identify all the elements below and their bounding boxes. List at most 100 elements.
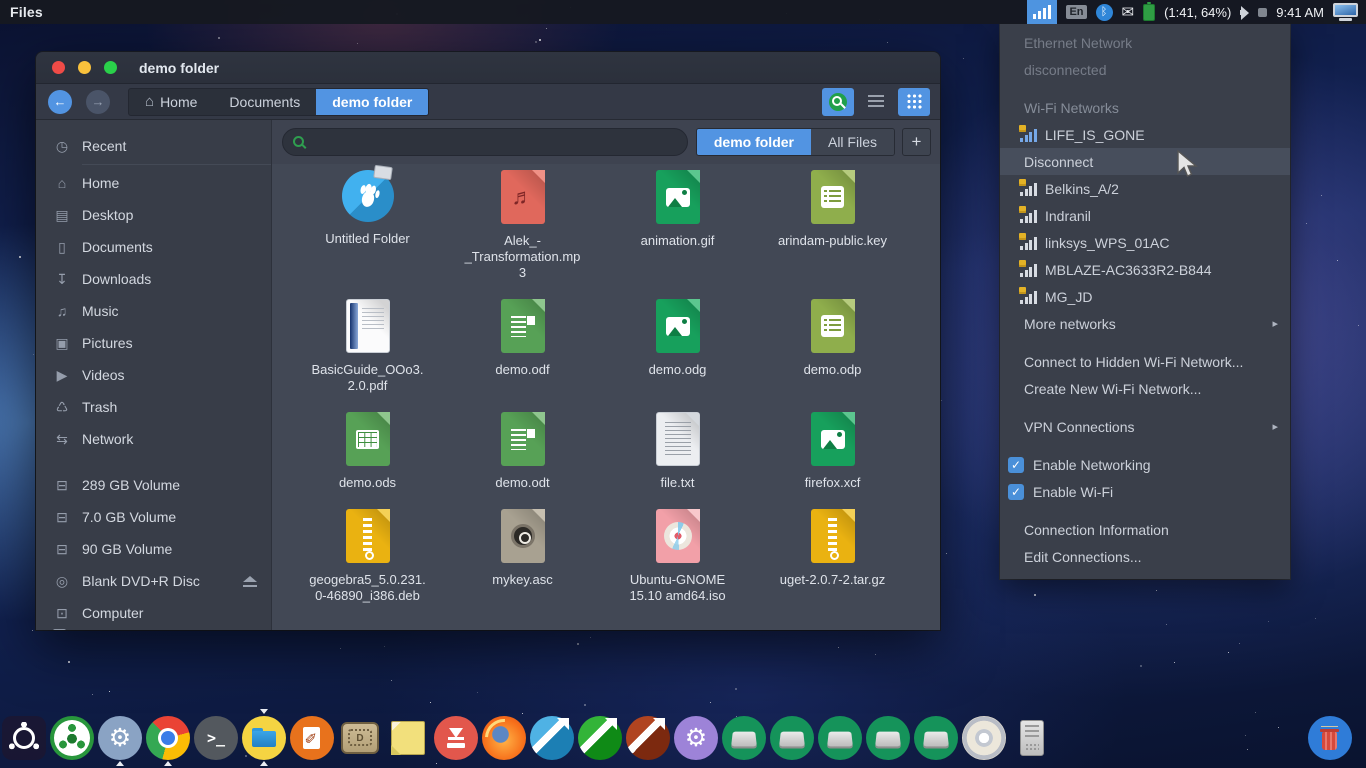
file-item[interactable]: arindam-public.key (755, 170, 910, 249)
sidebar-item-network[interactable]: ⇆Network (36, 423, 271, 455)
menu-item-connect-to-hidden-wi-fi-network[interactable]: Connect to Hidden Wi-Fi Network... (1000, 348, 1290, 375)
dock-item-volume-drive-3[interactable] (818, 716, 862, 760)
menu-item-mblaze-ac3633r2-b844[interactable]: MBLAZE-AC3633R2-B844 (1000, 256, 1290, 283)
breadcrumb-demo-folder[interactable]: demo folder (316, 89, 428, 115)
sidebar-item-recent[interactable]: ◷Recent (36, 130, 271, 162)
eject-icon[interactable] (243, 576, 257, 587)
menu-item-indranil[interactable]: Indranil (1000, 202, 1290, 229)
file-item[interactable]: BasicGuide_OOo3.2.0.pdf (290, 299, 445, 394)
menu-item-mg-jd[interactable]: MG_JD (1000, 283, 1290, 310)
close-button[interactable] (52, 61, 65, 74)
dock-item-green-browser[interactable] (50, 716, 94, 760)
sidebar-item-clipped[interactable] (36, 629, 271, 630)
sidebar-item-289-gb-volume[interactable]: ⊟289 GB Volume (36, 469, 271, 501)
file-item[interactable]: Untitled Folder (290, 170, 445, 247)
dock-item-disk-utility-green[interactable] (578, 716, 622, 760)
sidebar-item-trash[interactable]: ♺Trash (36, 391, 271, 423)
menu-item-life-is-gone[interactable]: LIFE_IS_GONE (1000, 121, 1290, 148)
maximize-button[interactable] (104, 61, 117, 74)
display-icon[interactable] (1333, 3, 1358, 21)
dock-item-optical-disc[interactable] (962, 716, 1006, 760)
sidebar-item-7-0-gb-volume[interactable]: ⊟7.0 GB Volume (36, 501, 271, 533)
file-item[interactable]: demo.odt (445, 412, 600, 491)
file-item[interactable]: uget-2.0.7-2.tar.gz (755, 509, 910, 588)
dock-item-tweak-tool[interactable]: ⚙ (674, 716, 718, 760)
dock-item-archive-drawer[interactable] (338, 716, 382, 760)
sidebar-item-music[interactable]: ♫Music (36, 295, 271, 327)
sidebar-item-desktop[interactable]: ▤Desktop (36, 199, 271, 231)
dock-item-sticky-notes[interactable] (386, 716, 430, 760)
menu-item-enable-wi-fi[interactable]: ✓Enable Wi-Fi (1000, 478, 1290, 505)
menu-item-disconnect[interactable]: Disconnect (1000, 148, 1290, 175)
sidebar-item-computer[interactable]: ⊡Computer (36, 597, 271, 629)
dock-item-volume-drive-2[interactable] (770, 716, 814, 760)
star (577, 643, 579, 645)
file-item[interactable]: ♬Alek_-_Transformation.mp3 (445, 170, 600, 281)
search-input[interactable] (282, 128, 688, 156)
dock-item-volume-drive-1[interactable] (722, 716, 766, 760)
menu-item-belkins-a-2[interactable]: Belkins_A/2 (1000, 175, 1290, 202)
bluetooth-icon[interactable]: ᛒ (1096, 4, 1113, 21)
dock-item-package-installer[interactable] (434, 716, 478, 760)
dock-item-trash-full[interactable] (1308, 716, 1352, 760)
menu-item-enable-networking[interactable]: ✓Enable Networking (1000, 451, 1290, 478)
dock-item-ubuntu-launcher[interactable] (2, 716, 46, 760)
file-item[interactable]: demo.ods (290, 412, 445, 491)
menu-item-vpn-connections[interactable]: VPN Connections▸ (1000, 413, 1290, 440)
dock-item-volume-drive-4[interactable] (866, 716, 910, 760)
list-view-icon[interactable] (868, 95, 884, 108)
menu-item-edit-connections[interactable]: Edit Connections... (1000, 543, 1290, 570)
dock-item-computer-tower[interactable] (1010, 716, 1054, 760)
file-item[interactable]: firefox.xcf (755, 412, 910, 491)
dock-item-text-editor[interactable] (290, 716, 334, 760)
dock-item-firefox-browser[interactable] (482, 716, 526, 760)
back-button[interactable]: ← (48, 90, 72, 114)
dock-item-disk-utility-blue[interactable] (530, 716, 574, 760)
dock-item-terminal[interactable]: >_ (194, 716, 238, 760)
file-item[interactable]: demo.odf (445, 299, 600, 378)
search-toggle-button[interactable] (822, 88, 854, 116)
file-item[interactable]: demo.odp (755, 299, 910, 378)
checkbox-icon[interactable]: ✓ (1008, 457, 1024, 473)
sidebar-item-documents[interactable]: ▯Documents (36, 231, 271, 263)
breadcrumb-documents[interactable]: Documents (213, 89, 316, 115)
grid-view-button[interactable] (898, 88, 930, 116)
menu-item-connection-information[interactable]: Connection Information (1000, 516, 1290, 543)
keyboard-layout-indicator[interactable]: En (1066, 5, 1086, 19)
file-item[interactable]: Ubuntu-GNOME 15.10 amd64.iso (600, 509, 755, 604)
menu-item-more-networks[interactable]: More networks▸ (1000, 310, 1290, 337)
minimize-button[interactable] (78, 61, 91, 74)
dock-item-file-manager[interactable] (242, 716, 286, 760)
sidebar-item-downloads[interactable]: ↧Downloads (36, 263, 271, 295)
file-item[interactable]: mykey.asc (445, 509, 600, 588)
filter-tab-all-files[interactable]: All Files (811, 129, 894, 155)
filter-tab-demo-folder[interactable]: demo folder (697, 129, 811, 155)
sidebar-item-90-gb-volume[interactable]: ⊟90 GB Volume (36, 533, 271, 565)
titlebar[interactable]: demo folder (36, 52, 940, 84)
battery-icon[interactable] (1143, 4, 1155, 21)
add-filter-button[interactable]: + (902, 128, 931, 156)
sidebar-item-videos[interactable]: ▶Videos (36, 359, 271, 391)
wifi-signal-lock-icon (1020, 262, 1037, 277)
dock-item-volume-drive-5[interactable] (914, 716, 958, 760)
sidebar-item-blank-dvd-r-disc[interactable]: ◎Blank DVD+R Disc (36, 565, 271, 597)
clock[interactable]: 9:41 AM (1276, 5, 1324, 20)
sidebar-item-pictures[interactable]: ▣Pictures (36, 327, 271, 359)
battery-status[interactable]: (1:41, 64%) (1164, 5, 1231, 20)
dock-item-system-settings[interactable]: ⚙ (98, 716, 142, 760)
breadcrumb-home[interactable]: ⌂ Home (129, 89, 213, 115)
checkbox-icon[interactable]: ✓ (1008, 484, 1024, 500)
network-indicator-icon[interactable] (1027, 0, 1057, 24)
volume-icon[interactable] (1240, 6, 1253, 19)
forward-button[interactable]: → (86, 90, 110, 114)
file-item[interactable]: geogebra5_5.0.231.0-46890_i386.deb (290, 509, 445, 604)
menu-item-linksys-wps-01ac[interactable]: linksys_WPS_01AC (1000, 229, 1290, 256)
menu-item-create-new-wi-fi-network[interactable]: Create New Wi-Fi Network... (1000, 375, 1290, 402)
file-item[interactable]: demo.odg (600, 299, 755, 378)
dock-item-disk-utility-red[interactable] (626, 716, 670, 760)
file-item[interactable]: file.txt (600, 412, 755, 491)
sidebar-item-home[interactable]: ⌂Home (36, 167, 271, 199)
file-item[interactable]: animation.gif (600, 170, 755, 249)
dock-item-chrome-browser[interactable] (146, 716, 190, 760)
mail-icon[interactable]: ✉ (1122, 5, 1135, 20)
